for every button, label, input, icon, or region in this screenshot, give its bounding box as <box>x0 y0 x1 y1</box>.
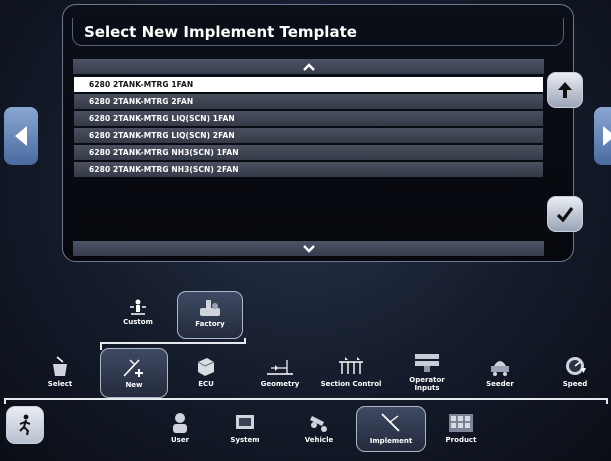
geometry-icon <box>267 360 293 375</box>
chevron-right-icon <box>603 126 611 146</box>
list-item[interactable]: 6280 2TANK-MTRG LIQ(SCN) 1FAN <box>74 111 543 126</box>
seeder-label: Seeder <box>486 380 514 388</box>
factory-icon <box>200 300 220 316</box>
list-item[interactable]: 6280 2TANK-MTRG LIQ(SCN) 2FAN <box>74 128 543 143</box>
vehicle-label: Vehicle <box>304 436 334 444</box>
ecu-label: ECU <box>198 380 214 388</box>
speed-button[interactable]: Speed <box>553 354 597 388</box>
user-button[interactable]: User <box>160 412 200 444</box>
confirm-button[interactable] <box>547 196 583 232</box>
ecu-button[interactable]: ECU <box>186 354 226 388</box>
product-icon <box>449 414 473 432</box>
connector-line <box>100 342 102 350</box>
screen: Select New Implement Template 6280 2TANK… <box>0 0 611 461</box>
ecu-icon <box>197 358 215 376</box>
chevron-down-icon <box>302 244 315 253</box>
chevron-up-icon <box>302 62 315 71</box>
speed-label: Speed <box>562 380 588 388</box>
implement-button[interactable]: Implement <box>356 406 426 452</box>
move-up-button[interactable] <box>547 72 583 108</box>
geometry-button[interactable]: Geometry <box>255 354 305 388</box>
custom-icon <box>130 299 146 315</box>
system-label: System <box>230 436 260 444</box>
user-label: User <box>170 436 190 444</box>
previous-page-arrow[interactable] <box>4 107 38 165</box>
section-control-label: Section Control <box>320 380 382 388</box>
implement-label: Implement <box>369 437 413 445</box>
chevron-left-icon <box>15 126 27 146</box>
scroll-down-button[interactable] <box>73 241 544 256</box>
connector-line <box>100 342 245 344</box>
vehicle-icon <box>310 416 327 432</box>
custom-button[interactable]: Custom <box>118 298 158 326</box>
factory-button[interactable]: Factory <box>177 291 243 339</box>
product-label: Product <box>445 436 477 444</box>
new-implement-icon <box>123 359 143 377</box>
operator-inputs-icon <box>415 354 439 372</box>
section-control-button[interactable]: Section Control <box>319 354 383 388</box>
system-button[interactable]: System <box>225 412 265 444</box>
custom-label: Custom <box>123 318 153 326</box>
system-icon <box>236 415 254 429</box>
section-control-icon <box>339 357 363 374</box>
checkmark-icon <box>556 207 574 222</box>
list-item[interactable]: 6280 2TANK-MTRG NH3(SCN) 1FAN <box>74 145 543 160</box>
operator-inputs-button[interactable]: Operator Inputs <box>402 350 452 392</box>
list-item[interactable]: 6280 2TANK-MTRG 2FAN <box>74 94 543 109</box>
home-button[interactable] <box>6 406 44 444</box>
arrow-up-icon <box>558 82 572 98</box>
scroll-up-button[interactable] <box>73 59 544 74</box>
implement-icon <box>381 413 400 432</box>
select-icon <box>53 356 67 376</box>
connector-line <box>244 338 246 344</box>
user-icon <box>173 413 187 433</box>
seeder-icon <box>491 361 509 376</box>
speedometer-icon <box>566 357 586 375</box>
select-button[interactable]: Select <box>40 354 80 388</box>
running-man-icon <box>19 414 31 436</box>
dialog-title: Select New Implement Template <box>84 23 357 41</box>
geometry-label: Geometry <box>260 380 300 388</box>
vehicle-button[interactable]: Vehicle <box>299 410 339 444</box>
template-list: 6280 2TANK-MTRG 1FAN 6280 2TANK-MTRG 2FA… <box>74 77 543 179</box>
new-button[interactable]: New <box>100 348 168 398</box>
product-button[interactable]: Product <box>441 412 481 444</box>
factory-label: Factory <box>195 320 225 328</box>
seeder-button[interactable]: Seeder <box>478 354 522 388</box>
list-item[interactable]: 6280 2TANK-MTRG 1FAN <box>74 77 543 92</box>
list-item[interactable]: 6280 2TANK-MTRG NH3(SCN) 2FAN <box>74 162 543 177</box>
select-label: Select <box>47 380 73 388</box>
new-label: New <box>125 381 143 389</box>
next-page-arrow[interactable] <box>594 107 611 165</box>
operator-inputs-label: Operator Inputs <box>409 376 445 392</box>
